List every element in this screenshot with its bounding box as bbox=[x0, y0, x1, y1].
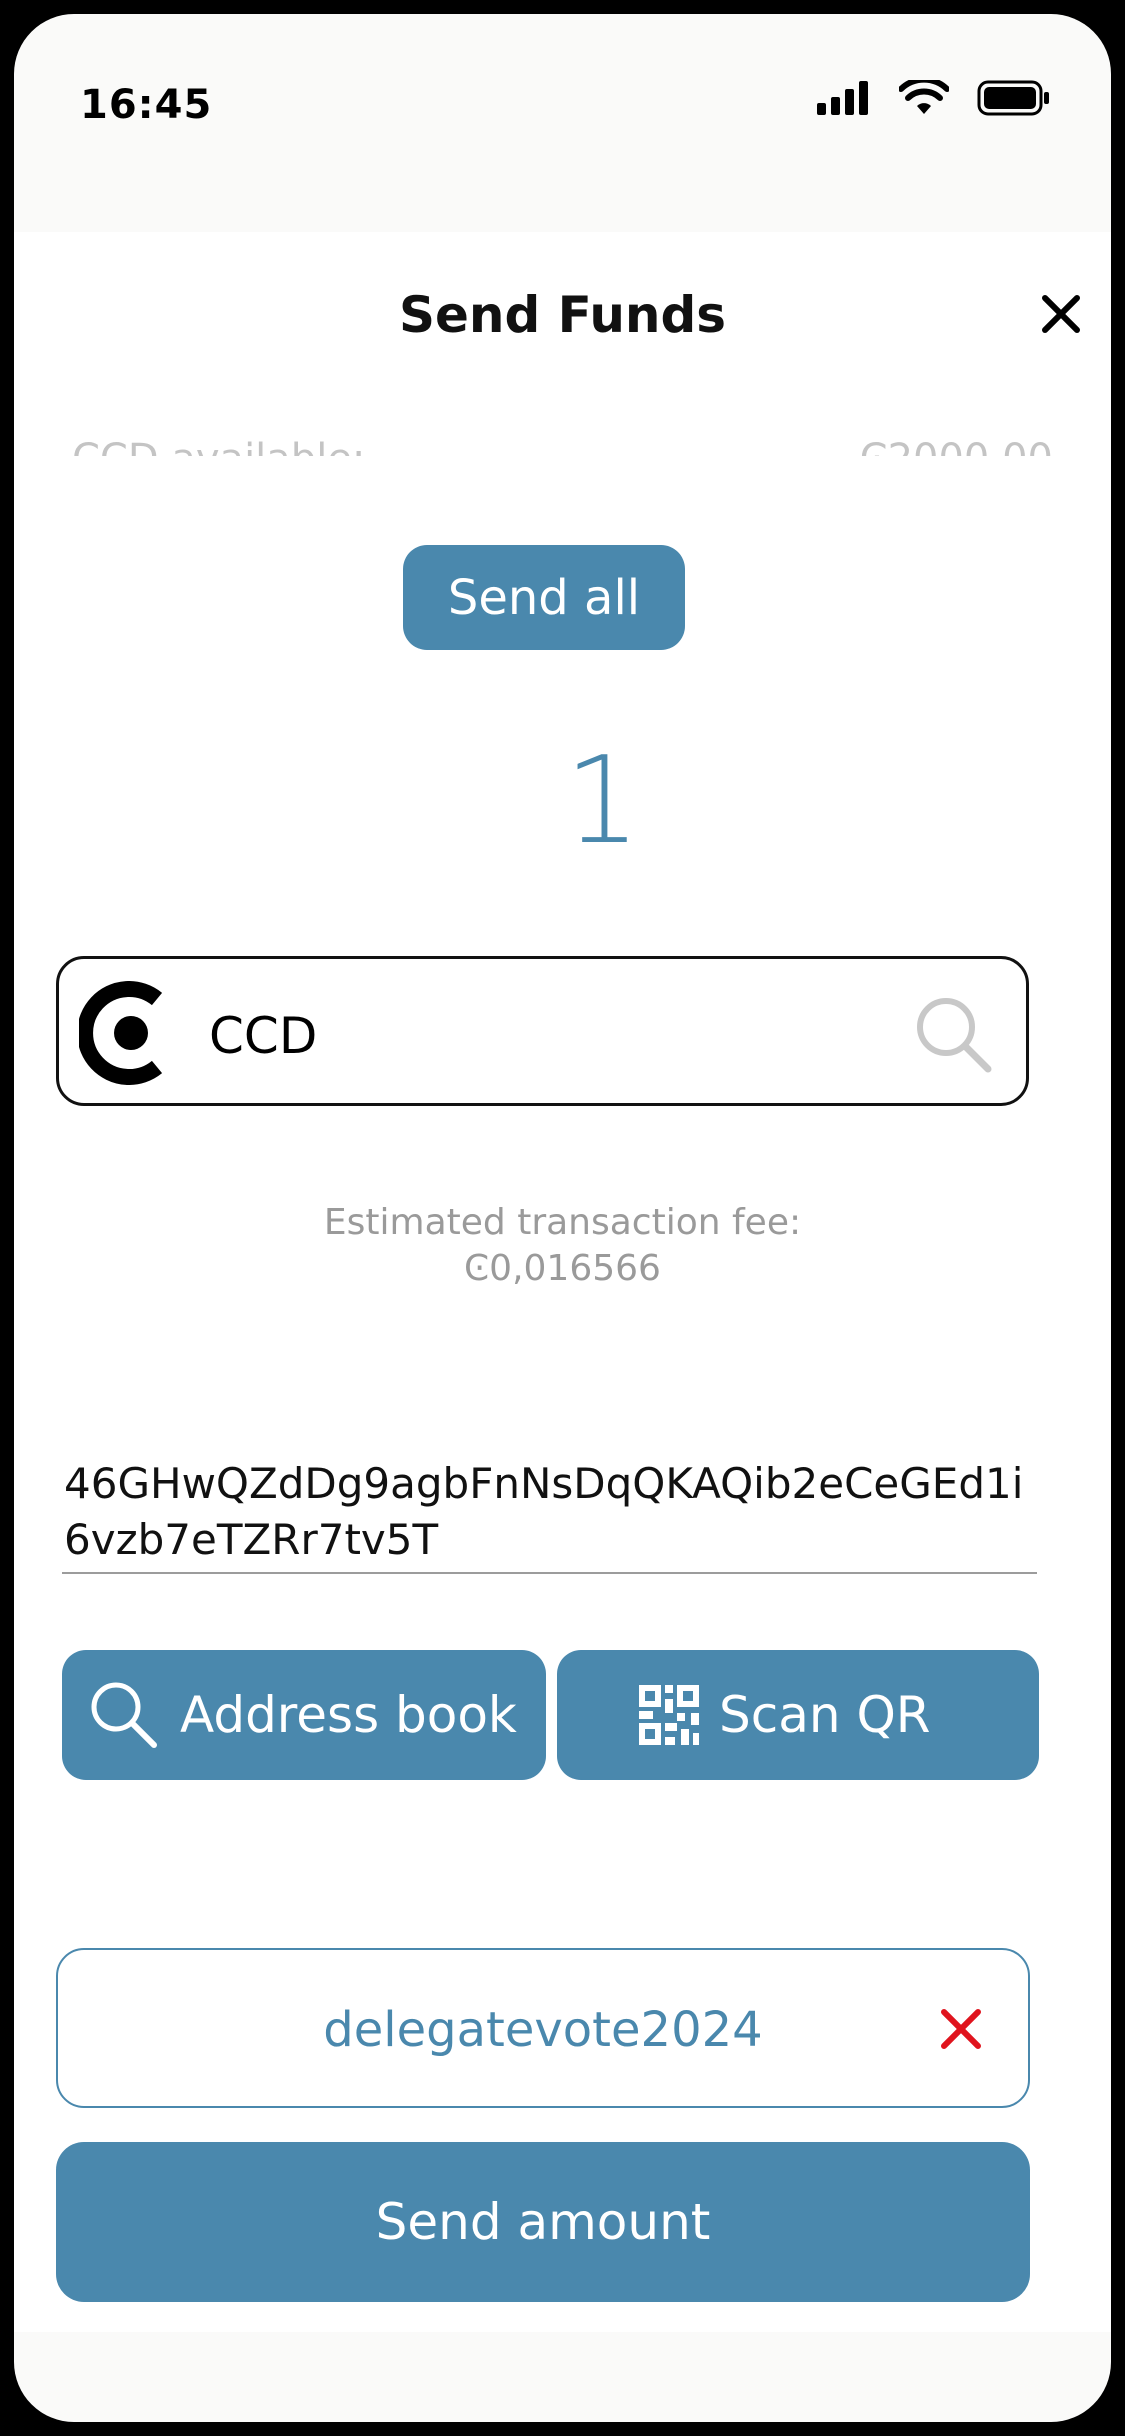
amount-input[interactable]: 1 bbox=[14, 732, 1111, 871]
balance-value: Ͼ2000,00 bbox=[860, 436, 1053, 456]
scan-qr-button[interactable]: Scan QR bbox=[557, 1650, 1039, 1780]
clear-icon[interactable] bbox=[936, 2004, 986, 2054]
phone-screen: 16:45 Send Funds CCD available: Ͼ2000,00 bbox=[14, 14, 1111, 2422]
wifi-icon bbox=[899, 80, 949, 114]
address-book-button[interactable]: Address book bbox=[62, 1650, 546, 1780]
concordium-logo-icon bbox=[79, 981, 163, 1085]
memo-value[interactable]: delegatevote2024 bbox=[58, 2002, 1028, 2058]
send-all-button[interactable]: Send all bbox=[403, 545, 685, 650]
status-icons bbox=[817, 80, 1051, 116]
cellular-signal-icon bbox=[817, 81, 868, 115]
balance-label: CCD available: bbox=[72, 436, 365, 456]
search-icon bbox=[91, 1682, 157, 1748]
qr-code-icon bbox=[639, 1685, 699, 1745]
status-time: 16:45 bbox=[80, 82, 213, 128]
fee-label: Estimated transaction fee: bbox=[323, 1202, 802, 1243]
battery-icon bbox=[977, 80, 1049, 116]
recipient-address-field[interactable]: 46GHwQZdDg9agbFnNsDqQKAQib2eCeGEd1i6vzb7… bbox=[64, 1456, 1034, 1568]
address-book-label: Address book bbox=[180, 1686, 517, 1744]
token-name: CCD bbox=[209, 1007, 318, 1065]
send-funds-sheet: Send Funds CCD available: Ͼ2000,00 Send … bbox=[14, 232, 1111, 2332]
send-amount-button[interactable]: Send amount bbox=[56, 2142, 1030, 2302]
page-title: Send Funds bbox=[398, 286, 727, 344]
address-underline bbox=[62, 1572, 1037, 1574]
close-icon[interactable] bbox=[1031, 284, 1091, 344]
memo-field[interactable]: delegatevote2024 bbox=[56, 1948, 1030, 2108]
token-selector[interactable]: CCD bbox=[56, 956, 1029, 1106]
search-icon[interactable] bbox=[908, 989, 998, 1079]
transaction-fee: Estimated transaction fee: Ͼ0,016566 bbox=[14, 1200, 1111, 1292]
balance-row: CCD available: Ͼ2000,00 bbox=[72, 414, 1053, 456]
scan-qr-label: Scan QR bbox=[719, 1686, 931, 1744]
fee-value: Ͼ0,016566 bbox=[464, 1248, 661, 1289]
